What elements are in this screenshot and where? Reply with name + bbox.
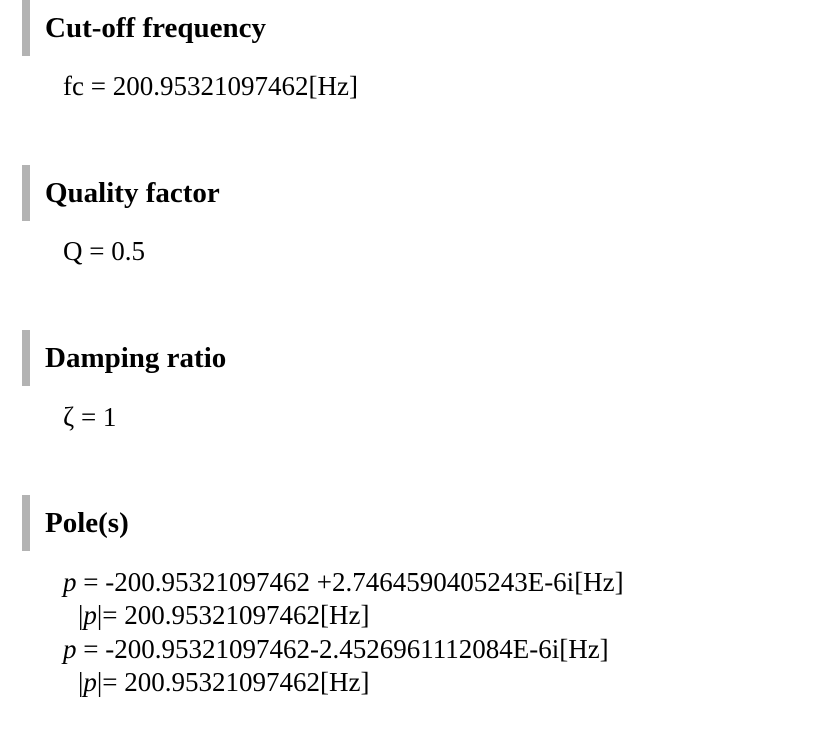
pole-2-equals: =	[76, 634, 106, 664]
quality-equals: =	[82, 236, 112, 266]
cutoff-equals: =	[83, 71, 113, 101]
damping-heading-bar	[22, 330, 30, 386]
quality-heading: Quality factor	[45, 177, 220, 209]
damping-equals: =	[74, 402, 103, 432]
damping-value: 1	[102, 402, 117, 432]
pole-1-value: -200.95321097462 +2.7464590405243E-6i[Hz…	[105, 567, 624, 597]
pole-2-value: -200.95321097462-2.4526961112084E-6i[Hz]	[105, 634, 609, 664]
pole-1-equals: =	[76, 567, 106, 597]
quality-heading-bar	[22, 165, 30, 221]
cutoff-symbol: fc	[63, 71, 84, 101]
pole-1-abs-close: |=	[96, 600, 125, 630]
pole-2-symbol: p	[63, 634, 77, 664]
pole-1-line: p = -200.95321097462 +2.7464590405243E-6…	[63, 566, 624, 598]
cutoff-value: 200.95321097462[Hz]	[112, 71, 358, 101]
pole-1-abs-symbol: p	[83, 600, 97, 630]
pole-1-magnitude: 200.95321097462[Hz]	[124, 600, 370, 630]
pole-2-line: p = -200.95321097462-2.4526961112084E-6i…	[63, 633, 609, 665]
poles-heading: Pole(s)	[45, 507, 129, 539]
cutoff-value-line: fc = 200.95321097462[Hz]	[63, 70, 358, 102]
pole-2-abs-close: |=	[96, 667, 125, 697]
cutoff-heading: Cut-off frequency	[45, 12, 266, 44]
pole-2-abs-symbol: p	[83, 667, 97, 697]
poles-heading-bar	[22, 495, 30, 551]
cutoff-heading-bar	[22, 0, 30, 56]
pole-2-magnitude-line: |p|= 200.95321097462[Hz]	[78, 666, 370, 698]
pole-1-magnitude-line: |p|= 200.95321097462[Hz]	[78, 599, 370, 631]
quality-value: 0.5	[111, 236, 145, 266]
damping-symbol: ζ	[63, 402, 75, 432]
pole-2-magnitude: 200.95321097462[Hz]	[124, 667, 370, 697]
quality-value-line: Q = 0.5	[63, 235, 145, 267]
damping-heading: Damping ratio	[45, 342, 227, 374]
quality-symbol: Q	[63, 236, 83, 266]
pole-1-symbol: p	[63, 567, 77, 597]
damping-value-line: ζ = 1	[63, 401, 116, 433]
